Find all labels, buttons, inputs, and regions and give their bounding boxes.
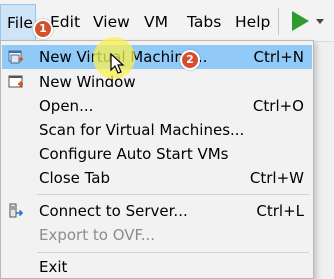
step-1-badge: 1 [33, 19, 53, 39]
menu-item-label: Scan for Virtual Machines... [39, 121, 245, 139]
menu-vm[interactable]: VM [144, 12, 168, 32]
menu-item-new-window[interactable]: New Window [2, 70, 312, 94]
step-2-badge: 2 [180, 50, 200, 70]
toolbar-separator [278, 8, 279, 35]
menu-item-label: Export to OVF... [39, 226, 156, 244]
menu-item-open[interactable]: Open... Ctrl+O [2, 94, 312, 118]
shortcut-label: Ctrl+W [249, 169, 304, 187]
menu-separator [37, 252, 309, 253]
play-icon[interactable] [292, 11, 309, 31]
menu-item-close-tab[interactable]: Close Tab Ctrl+W [2, 166, 312, 190]
new-window-icon [8, 75, 23, 88]
menu-item-label: Open... [39, 97, 94, 115]
menu-item-configure-auto-start[interactable]: Configure Auto Start VMs [2, 142, 312, 166]
connect-server-icon [9, 203, 24, 218]
menu-item-export-ovf: Export to OVF... [2, 223, 312, 247]
menu-item-label: Close Tab [39, 169, 111, 187]
menu-file[interactable]: File [0, 4, 36, 41]
menu-item-label: Connect to Server... [39, 202, 188, 220]
shortcut-label: Ctrl+N [253, 48, 304, 66]
menu-edit[interactable]: Edit [50, 12, 80, 32]
shortcut-label: Ctrl+L [256, 202, 304, 220]
menu-view[interactable]: View [93, 12, 130, 32]
menu-item-new-virtual-machine[interactable]: New Virtual Machine... Ctrl+N [2, 45, 312, 69]
new-vm-icon [8, 50, 23, 64]
menu-help[interactable]: Help [235, 12, 270, 32]
menu-item-connect-server[interactable]: Connect to Server... Ctrl+L [2, 199, 312, 223]
menu-item-label: Configure Auto Start VMs [39, 145, 229, 163]
menu-item-label: Exit [39, 258, 68, 276]
menu-separator [37, 194, 309, 195]
shortcut-label: Ctrl+O [252, 97, 304, 115]
menu-item-scan-vms[interactable]: Scan for Virtual Machines... [2, 118, 312, 142]
menu-item-exit[interactable]: Exit [2, 255, 312, 279]
menu-tabs[interactable]: Tabs [187, 12, 221, 32]
mouse-cursor-icon [110, 53, 125, 74]
file-menu-dropdown: New Virtual Machine... Ctrl+N New Window… [0, 40, 314, 279]
chevron-down-icon[interactable] [316, 19, 324, 24]
